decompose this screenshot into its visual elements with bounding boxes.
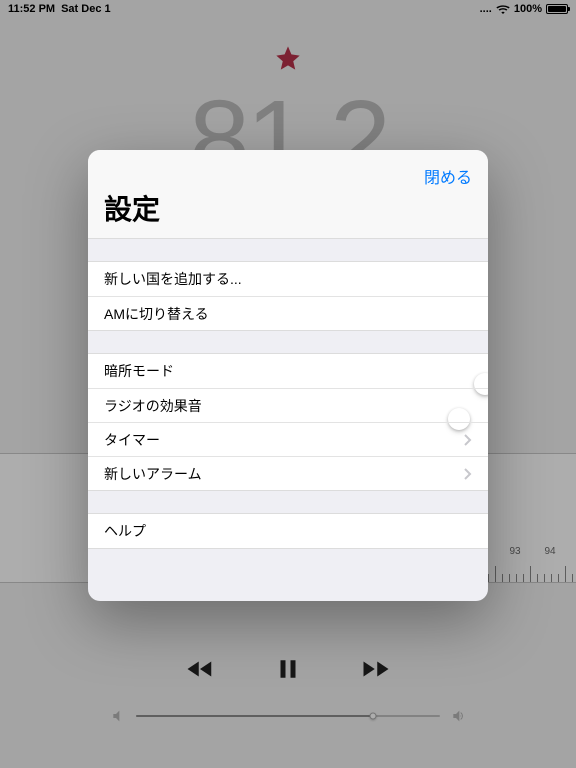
chevron-right-icon <box>464 468 472 480</box>
chevron-right-icon <box>464 434 472 446</box>
row-switch-am[interactable]: AMに切り替える <box>88 296 488 330</box>
row-new-alarm[interactable]: 新しいアラーム <box>88 456 488 490</box>
settings-group-1: 新しい国を追加する... AMに切り替える <box>88 261 488 331</box>
modal-title: 設定 <box>104 188 472 228</box>
row-label: ラジオの効果音 <box>104 396 202 416</box>
row-label: 新しいアラーム <box>104 464 202 484</box>
row-label: タイマー <box>104 430 160 450</box>
row-label: ヘルプ <box>104 521 146 541</box>
close-button[interactable]: 閉める <box>424 164 472 188</box>
row-help[interactable]: ヘルプ <box>88 514 488 548</box>
row-dark-mode: 暗所モード <box>88 354 488 388</box>
row-add-country[interactable]: 新しい国を追加する... <box>88 262 488 296</box>
row-label: AMに切り替える <box>104 304 209 324</box>
row-timer[interactable]: タイマー <box>88 422 488 456</box>
modal-header: 閉める 設定 <box>88 150 488 239</box>
row-label: 新しい国を追加する... <box>104 269 242 289</box>
settings-group-2: 暗所モード ラジオの効果音 タイマー 新しいアラーム <box>88 353 488 491</box>
settings-group-3: ヘルプ <box>88 513 488 549</box>
settings-modal: 閉める 設定 新しい国を追加する... AMに切り替える 暗所モード ラジオの効… <box>88 150 488 601</box>
row-label: 暗所モード <box>104 361 174 381</box>
row-sound-fx: ラジオの効果音 <box>88 388 488 422</box>
